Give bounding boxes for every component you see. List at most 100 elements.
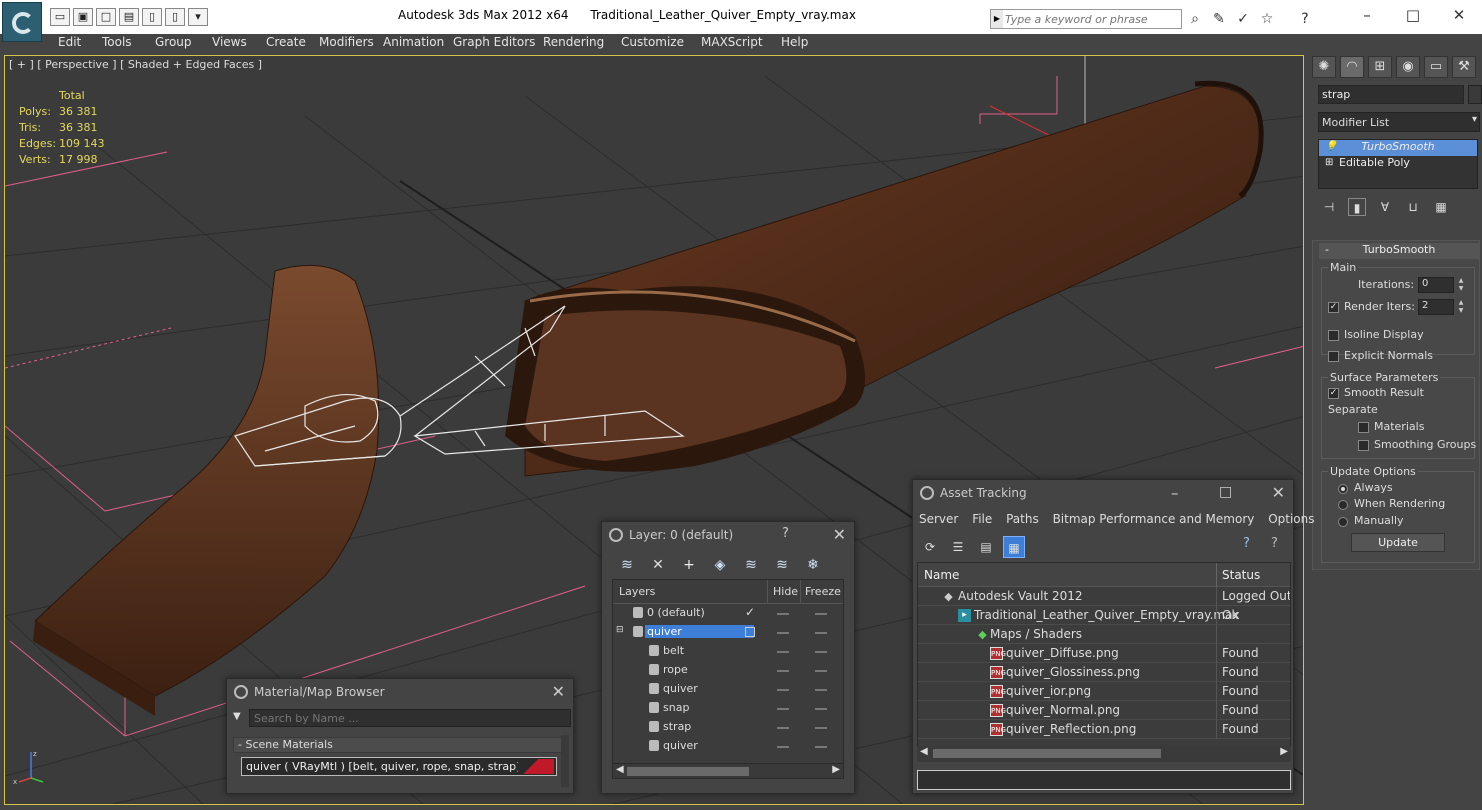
asset-row[interactable]: PNG quiver_Glossiness.png Found	[918, 663, 1290, 682]
freeze-toggle[interactable]	[815, 689, 827, 691]
context-help-icon[interactable]: ?	[1271, 536, 1278, 551]
hide-unhide-icon[interactable]: ≋	[771, 555, 793, 575]
redo-icon[interactable]: ▯	[165, 8, 185, 26]
material-item[interactable]: quiver ( VRayMtl ) [belt, quiver, rope, …	[241, 757, 557, 776]
menu-edit[interactable]: Edit	[58, 35, 81, 49]
menu-graph-editors[interactable]: Graph Editors	[453, 35, 535, 49]
spinner-arrows-icon[interactable]: ▲ ▼	[1456, 299, 1466, 315]
layer-row[interactable]: strap	[613, 718, 843, 737]
layer-row[interactable]: snap	[613, 699, 843, 718]
search-input[interactable]	[1005, 11, 1179, 27]
set-active-box[interactable]	[745, 627, 755, 637]
render-iters-checkbox[interactable]: ✓	[1328, 302, 1339, 313]
menu-tools[interactable]: Tools	[102, 35, 132, 49]
stack-item-editable-poly[interactable]: ⊞ Editable Poly	[1319, 156, 1477, 172]
asset-row[interactable]: PNG quiver_ior.png Found	[918, 682, 1290, 701]
menu-group[interactable]: Group	[155, 35, 192, 49]
show-end-result-icon[interactable]: ▮	[1348, 198, 1366, 216]
update-when-rendering-radio[interactable]	[1338, 500, 1348, 510]
smooth-result-checkbox[interactable]: ✓	[1328, 388, 1339, 399]
pin-stack-icon[interactable]: ⊣	[1320, 198, 1338, 216]
menu-server[interactable]: Server	[919, 512, 958, 526]
close-icon[interactable]: ✕	[1272, 483, 1285, 502]
highlight-layer-icon[interactable]: ≋	[740, 555, 762, 575]
layer-row[interactable]: quiver	[613, 737, 843, 756]
vertical-scrollbar[interactable]	[561, 735, 569, 787]
modifier-list-dropdown[interactable]: Modifier List ▾	[1318, 112, 1480, 132]
freeze-toggle[interactable]	[815, 746, 827, 748]
create-layer-icon[interactable]: ≋	[616, 555, 638, 575]
hide-toggle[interactable]	[777, 651, 789, 653]
menu-options[interactable]: Options	[1268, 512, 1314, 526]
asset-row[interactable]: ◆ Autodesk Vault 2012 Logged Out ...	[918, 587, 1290, 606]
help-icon[interactable]: ?	[1243, 536, 1250, 551]
maximize-icon[interactable]: □	[1219, 484, 1232, 500]
object-name-field[interactable]: strap	[1318, 85, 1464, 104]
add-to-layer-icon[interactable]: +	[678, 555, 700, 575]
menu-maxscript[interactable]: MAXScript	[701, 35, 763, 49]
column-name[interactable]: Name	[924, 568, 959, 582]
active-layer-check-icon[interactable]: ✓	[745, 605, 755, 619]
freeze-toggle[interactable]	[815, 727, 827, 729]
viewport-label[interactable]: [ + ] [ Perspective ] [ Shaded + Edged F…	[9, 58, 262, 71]
column-layers[interactable]: Layers	[619, 585, 655, 598]
layer-row[interactable]: belt	[613, 642, 843, 661]
object-color-swatch[interactable]	[1468, 85, 1482, 104]
separate-materials-checkbox[interactable]	[1358, 422, 1369, 433]
asset-row[interactable]: ◆ Maps / Shaders	[918, 625, 1290, 644]
menu-file[interactable]: File	[972, 512, 992, 526]
freeze-toggle[interactable]	[815, 651, 827, 653]
horizontal-scrollbar[interactable]: ◀ ▶	[612, 763, 844, 779]
separate-smoothing-groups-checkbox[interactable]	[1358, 440, 1369, 451]
asset-status-field[interactable]	[917, 770, 1291, 790]
save-icon[interactable]: ▣	[73, 8, 93, 26]
maximize-icon[interactable]: □	[1390, 4, 1436, 28]
hide-toggle[interactable]	[777, 708, 789, 710]
refresh-icon[interactable]: ⟳	[919, 536, 941, 558]
collapse-icon[interactable]: ⊟	[616, 625, 624, 635]
iterations-spinner[interactable]: 0	[1418, 277, 1454, 293]
freeze-toggle[interactable]	[815, 670, 827, 672]
dialog-title-bar[interactable]: Material/Map Browser ✕	[227, 679, 573, 705]
dialog-title-bar[interactable]: Asset Tracking – □ ✕	[913, 480, 1293, 506]
column-status[interactable]: Status	[1222, 568, 1260, 582]
asset-row[interactable]: ▸ Traditional_Leather_Quiver_Empty_vray.…	[918, 606, 1290, 625]
isoline-display-checkbox[interactable]	[1328, 330, 1339, 341]
asset-row[interactable]: PNG quiver_Diffuse.png Found	[918, 644, 1290, 663]
motion-tab-icon[interactable]: ◉	[1396, 56, 1420, 78]
binoculars-icon[interactable]: ⌕	[1186, 10, 1204, 28]
open-folder-icon[interactable]: ▭	[50, 8, 70, 26]
select-objects-icon[interactable]: ◈	[709, 555, 731, 575]
hold-icon[interactable]: ▤	[119, 8, 139, 26]
scroll-right-icon[interactable]: ▶	[1280, 746, 1288, 757]
asset-row[interactable]: PNG quiver_Reflection.png Found	[918, 720, 1290, 739]
horizontal-scrollbar[interactable]: ◀ ▶	[917, 746, 1291, 762]
render-iters-spinner[interactable]: 2	[1418, 299, 1454, 315]
update-button[interactable]: Update	[1351, 533, 1445, 552]
menu-views[interactable]: Views	[212, 35, 247, 49]
utilities-tab-icon[interactable]: ⚒	[1452, 56, 1476, 78]
hide-toggle[interactable]	[777, 632, 789, 634]
scroll-right-icon[interactable]: ▶	[832, 764, 840, 775]
chevron-down-icon[interactable]: ▼	[233, 711, 241, 722]
configure-sets-icon[interactable]: ▦	[1432, 198, 1450, 216]
favorites-star-icon[interactable]: ☆	[1258, 10, 1276, 28]
minimize-icon[interactable]: –	[1344, 4, 1390, 28]
hide-toggle[interactable]	[777, 689, 789, 691]
table-view-icon[interactable]: ▦	[1003, 536, 1025, 558]
freeze-toggle[interactable]	[815, 613, 827, 615]
toolbar-dropdown-icon[interactable]: ▾	[188, 8, 208, 26]
list-view-icon[interactable]: ☰	[947, 536, 969, 558]
display-tab-icon[interactable]: ▭	[1424, 56, 1448, 78]
scene-materials-section[interactable]: - Scene Materials	[233, 737, 563, 753]
spinner-arrows-icon[interactable]: ▲ ▼	[1456, 277, 1466, 293]
expand-plus-icon[interactable]: ⊞	[1325, 157, 1333, 168]
scroll-thumb[interactable]	[933, 749, 1161, 758]
menu-help[interactable]: Help	[781, 35, 808, 49]
communication-icon[interactable]: ✓	[1234, 10, 1252, 28]
material-search-input[interactable]	[249, 709, 571, 727]
update-always-radio[interactable]	[1338, 484, 1348, 494]
layer-row[interactable]: 0 (default) ✓	[613, 604, 843, 623]
modify-tab-icon[interactable]: ◠	[1340, 56, 1364, 78]
help-icon[interactable]: ?	[1296, 10, 1314, 28]
